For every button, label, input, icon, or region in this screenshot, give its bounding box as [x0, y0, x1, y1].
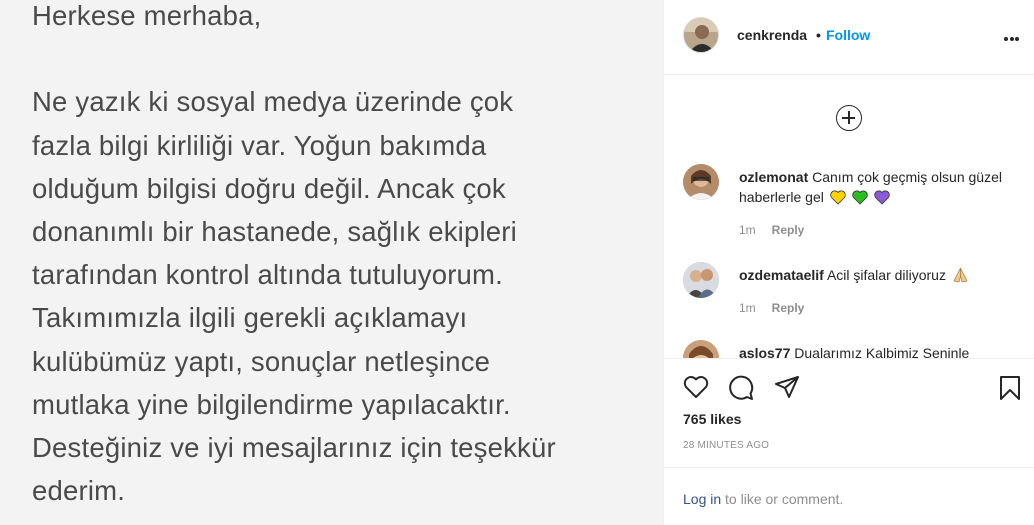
comments-list: ozlemonat Canım çok geçmiş olsun güzel h… — [664, 150, 1034, 358]
comment-item: ozlemonat Canım çok geçmiş olsun güzel h… — [664, 150, 1034, 248]
login-suffix: to like or comment. — [721, 491, 844, 507]
commenter-avatar[interactable] — [683, 164, 719, 200]
image-text-line: ederim. — [32, 475, 126, 507]
comment-meta: 1m Reply — [739, 223, 804, 237]
reply-button[interactable]: Reply — [772, 301, 805, 315]
commenter-avatar[interactable] — [683, 262, 719, 298]
comment-meta: 1m Reply — [739, 301, 804, 315]
author-avatar[interactable] — [683, 17, 719, 53]
bookmark-icon[interactable] — [999, 375, 1021, 401]
comment-username[interactable]: ozlemonat — [739, 169, 808, 185]
more-horizontal-icon[interactable] — [1004, 28, 1022, 42]
action-bar — [664, 358, 1034, 418]
purple-heart-icon — [873, 190, 890, 205]
image-text-line: Ne yazık ki sosyal medya üzerinde çok — [32, 86, 514, 118]
image-text-line: donanımlı bir hastanede, sağlık ekipleri — [32, 216, 517, 247]
image-text-line: kulübümüz yaptı, sonuçlar netleşince — [32, 345, 491, 377]
image-text-line: fazla bilgi kirliliği var. Yoğun bakımda — [32, 129, 487, 161]
comment-time: 1m — [739, 223, 756, 237]
comment-icon[interactable] — [728, 375, 754, 401]
folded-hands-icon — [953, 267, 968, 283]
comment-body: ozlemonat Canım çok geçmiş olsun güzel h… — [739, 168, 1009, 207]
image-text-line: Desteğiniz ve iyi mesajlarınız için teşe… — [32, 432, 556, 464]
heart-icon[interactable] — [683, 375, 709, 399]
login-prompt: Log in to like or comment. — [664, 467, 1034, 525]
green-heart-icon — [851, 190, 868, 205]
comment-username[interactable]: aslos77 — [739, 345, 790, 358]
comment-body: aslos77 Dualarımız Kalbimiz Seninle — [739, 344, 1009, 358]
login-prompt-text: Log in to like or comment. — [683, 491, 843, 507]
follow-button[interactable]: Follow — [826, 27, 870, 43]
comment-username[interactable]: ozdemataelif — [739, 267, 824, 283]
yellow-heart-icon — [830, 190, 846, 205]
post-header: cenkrenda • Follow — [664, 0, 1034, 75]
image-text-line: Herkese merhaba, — [32, 0, 262, 31]
comment-text: Acil şifalar diliyoruz — [826, 267, 946, 283]
comment-item: ozdemataelif Acil şifalar diliyoruz 1m Re… — [664, 248, 1034, 326]
image-text-line: olduğum bilgisi doğru değil. Ancak çok — [32, 172, 506, 204]
image-text-line: tarafından kontrol altında tutuluyorum. — [32, 259, 503, 291]
image-text-line: Takımımızla ilgili gerekli açıklamayı — [32, 302, 468, 334]
likes-count[interactable]: 765 likes — [683, 411, 741, 427]
login-link[interactable]: Log in — [683, 491, 721, 507]
commenter-avatar[interactable] — [683, 340, 719, 358]
author-username[interactable]: cenkrenda — [737, 27, 807, 43]
header-separator: • — [816, 27, 821, 43]
comment-item: aslos77 Dualarımız Kalbimiz Seninle — [664, 326, 1034, 358]
post-sidebar: cenkrenda • Follow ozlemonat Canım çok g… — [663, 0, 1034, 525]
share-icon[interactable] — [774, 375, 800, 399]
comment-body: ozdemataelif Acil şifalar diliyoruz — [739, 266, 1009, 286]
post-time[interactable]: 28 MINUTES AGO — [683, 440, 769, 451]
post-image: Herkese merhaba, Ne yazık ki sosyal medya… — [0, 0, 663, 525]
post-image-text: Herkese merhaba, Ne yazık ki sosyal medya… — [32, 0, 652, 512]
image-text-line: mutlaka yine bilgilendirme yapılacaktır. — [32, 388, 511, 420]
reply-button[interactable]: Reply — [772, 223, 805, 237]
comment-time: 1m — [739, 301, 756, 315]
comment-text: Dualarımız Kalbimiz Seninle — [794, 345, 970, 358]
plus-circle-icon[interactable] — [836, 105, 862, 131]
